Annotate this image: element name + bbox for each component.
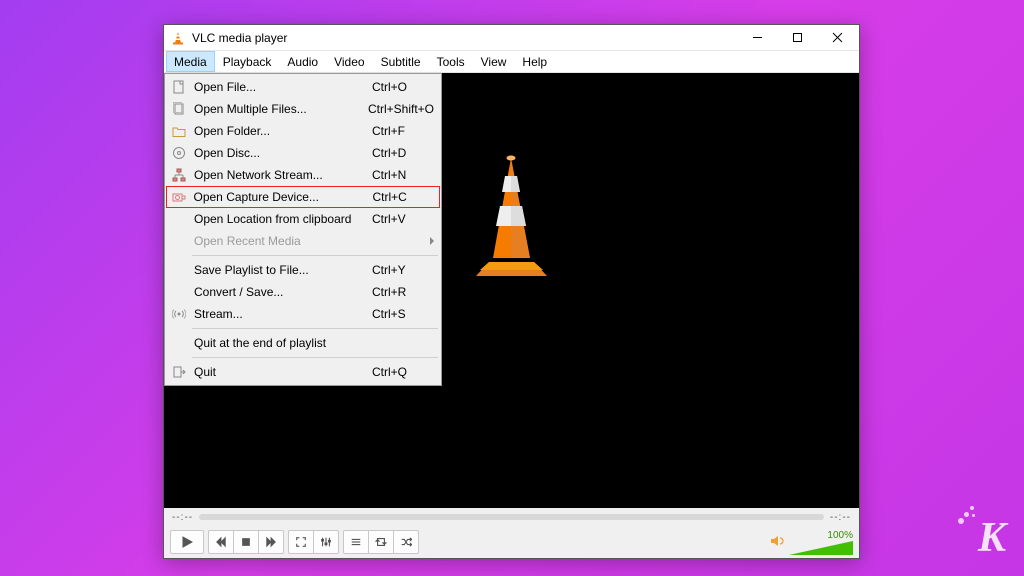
- menu-save-playlist[interactable]: Save Playlist to File... Ctrl+Y: [166, 259, 440, 281]
- menu-audio[interactable]: Audio: [279, 51, 326, 72]
- seek-slider[interactable]: [199, 514, 824, 520]
- menu-open-file[interactable]: Open File... Ctrl+O: [166, 76, 440, 98]
- menu-quit[interactable]: Quit Ctrl+Q: [166, 361, 440, 383]
- menu-convert-save[interactable]: Convert / Save... Ctrl+R: [166, 281, 440, 303]
- menu-help[interactable]: Help: [514, 51, 555, 72]
- menu-playback[interactable]: Playback: [215, 51, 280, 72]
- menu-separator: [192, 357, 438, 358]
- network-icon: [170, 167, 188, 183]
- menu-open-recent-media[interactable]: Open Recent Media: [166, 230, 440, 252]
- menu-stream[interactable]: Stream... Ctrl+S: [166, 303, 440, 325]
- time-total: --:--: [830, 512, 851, 523]
- folder-icon: [170, 123, 188, 139]
- menu-tools[interactable]: Tools: [429, 51, 473, 72]
- menu-subtitle[interactable]: Subtitle: [373, 51, 429, 72]
- playlist-button[interactable]: [343, 530, 369, 554]
- previous-button[interactable]: [208, 530, 234, 554]
- menu-quit-end-playlist[interactable]: Quit at the end of playlist: [166, 332, 440, 354]
- chevron-right-icon: [430, 237, 434, 245]
- vlc-cone-icon: [170, 30, 186, 46]
- menu-open-disc[interactable]: Open Disc... Ctrl+D: [166, 142, 440, 164]
- menu-open-capture-device[interactable]: Open Capture Device... Ctrl+C: [166, 186, 440, 208]
- files-icon: [170, 101, 188, 117]
- menu-separator: [192, 255, 438, 256]
- media-dropdown: Open File... Ctrl+O Open Multiple Files.…: [164, 73, 442, 386]
- app-window: VLC media player Media Playback Audio Vi…: [163, 24, 860, 559]
- speaker-icon[interactable]: [769, 533, 785, 552]
- menu-open-location-clipboard[interactable]: Open Location from clipboard Ctrl+V: [166, 208, 440, 230]
- menu-video[interactable]: Video: [326, 51, 372, 72]
- seek-bar-row: --:-- --:--: [164, 508, 859, 526]
- play-button[interactable]: [170, 530, 204, 554]
- fullscreen-button[interactable]: [288, 530, 314, 554]
- playback-controls: 100%: [164, 526, 859, 558]
- titlebar: VLC media player: [164, 25, 859, 51]
- menu-open-folder[interactable]: Open Folder... Ctrl+F: [166, 120, 440, 142]
- vlc-logo: [459, 152, 564, 278]
- stop-button[interactable]: [233, 530, 259, 554]
- volume-control: 100%: [769, 530, 853, 555]
- menu-open-multiple-files[interactable]: Open Multiple Files... Ctrl+Shift+O: [166, 98, 440, 120]
- video-area: Open File... Ctrl+O Open Multiple Files.…: [164, 73, 859, 508]
- stream-icon: [170, 306, 188, 322]
- window-title: VLC media player: [192, 31, 737, 45]
- minimize-button[interactable]: [737, 26, 777, 50]
- maximize-button[interactable]: [777, 26, 817, 50]
- brand-logo: K: [978, 514, 1006, 562]
- menu-open-network-stream[interactable]: Open Network Stream... Ctrl+N: [166, 164, 440, 186]
- quit-icon: [170, 364, 188, 380]
- volume-percent: 100%: [827, 530, 853, 541]
- window-controls: [737, 26, 857, 50]
- disc-icon: [170, 145, 188, 161]
- menu-separator: [192, 328, 438, 329]
- close-button[interactable]: [817, 26, 857, 50]
- menu-media[interactable]: Media: [166, 51, 215, 72]
- extended-settings-button[interactable]: [313, 530, 339, 554]
- time-elapsed: --:--: [172, 512, 193, 523]
- capture-icon: [170, 189, 188, 205]
- volume-slider[interactable]: [789, 541, 853, 555]
- loop-button[interactable]: [368, 530, 394, 554]
- menu-view[interactable]: View: [473, 51, 515, 72]
- menubar: Media Playback Audio Video Subtitle Tool…: [164, 51, 859, 73]
- brand-dots: [950, 506, 976, 526]
- file-icon: [170, 79, 188, 95]
- next-button[interactable]: [258, 530, 284, 554]
- shuffle-button[interactable]: [393, 530, 419, 554]
